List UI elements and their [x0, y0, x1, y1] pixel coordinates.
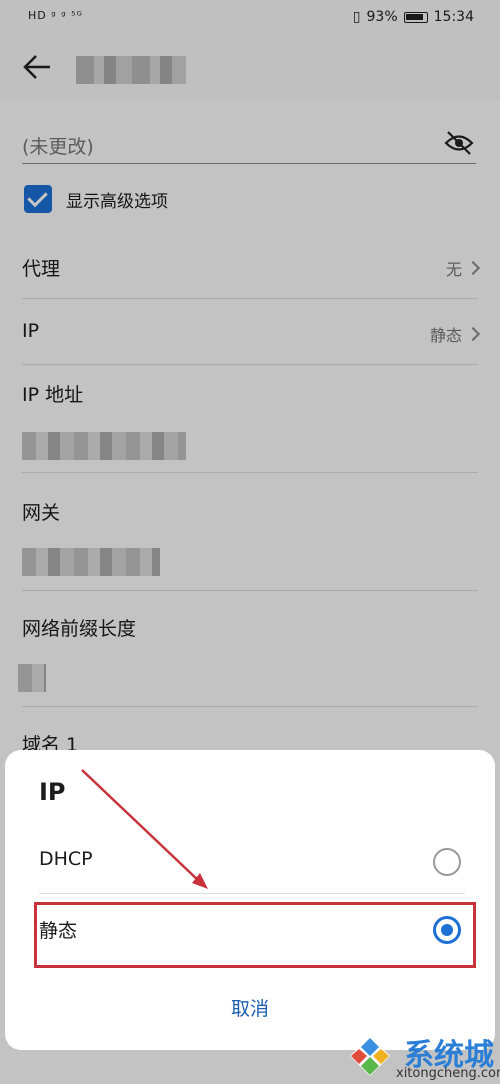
option-dhcp[interactable]: DHCP [39, 828, 465, 896]
dialog-divider [39, 893, 465, 894]
radio-dhcp[interactable] [433, 848, 461, 876]
windows-logo-icon [350, 1036, 390, 1076]
dialog-title: IP [39, 778, 66, 806]
watermark-url: xitongcheng.com [396, 1066, 500, 1081]
cancel-button[interactable]: 取消 [5, 994, 495, 1021]
annotation-highlight-box [34, 902, 476, 968]
watermark: 系统城 xitongcheng.com [346, 1030, 500, 1084]
ip-settings-dialog: IP DHCP 静态 取消 [5, 750, 495, 1050]
option-dhcp-label: DHCP [39, 848, 93, 870]
